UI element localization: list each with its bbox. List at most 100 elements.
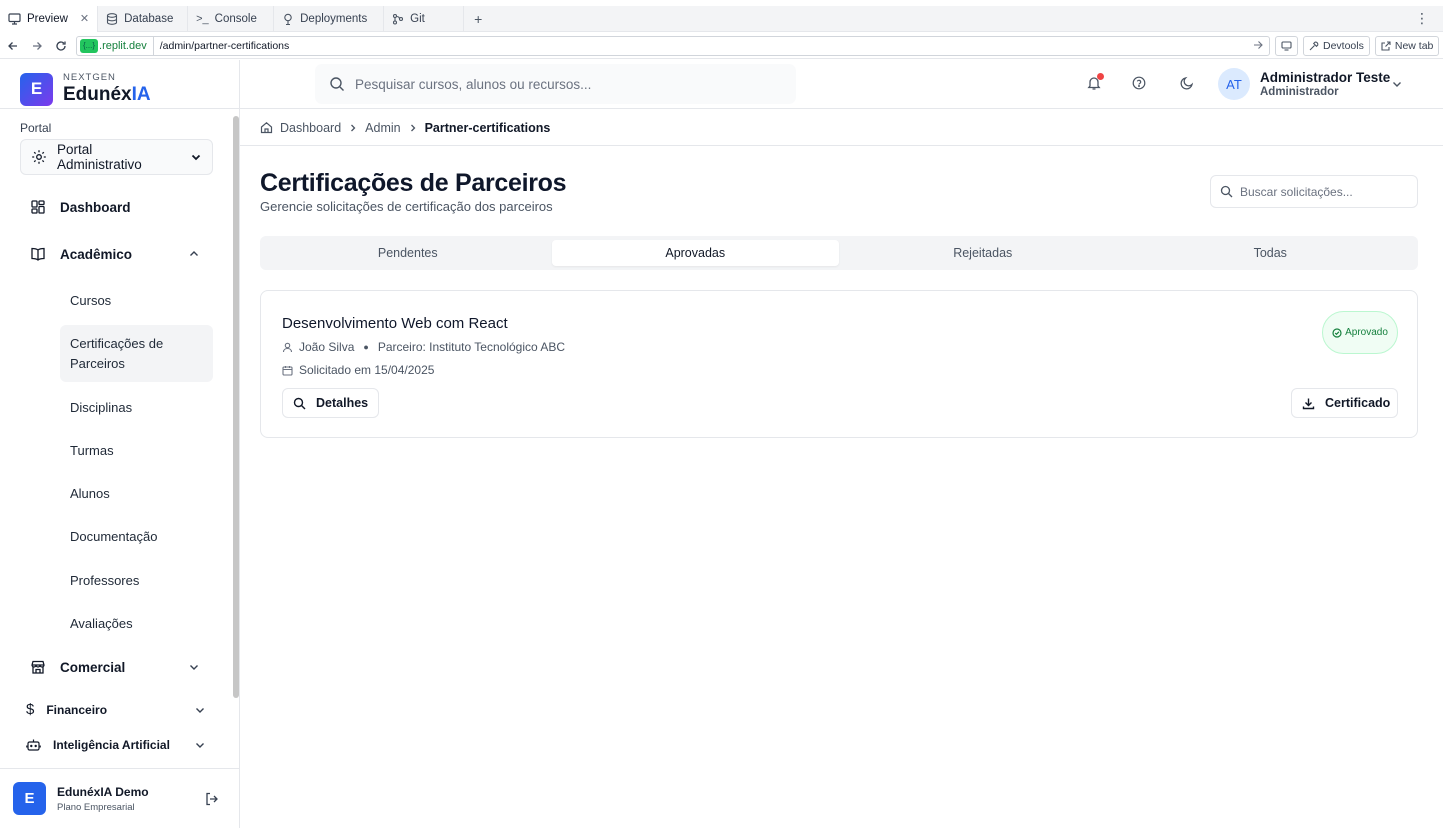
open-arrow-icon[interactable] [1253, 40, 1263, 50]
sidebar-divider [0, 108, 240, 109]
chevron-down-icon [194, 739, 206, 751]
breadcrumb: Dashboard Admin Partner-certifications [240, 110, 1443, 146]
new-tab-label: New tab [1394, 39, 1434, 52]
sidebar-item-label: Financeiro [46, 702, 108, 717]
reload-icon[interactable] [50, 35, 72, 57]
logout-icon[interactable] [204, 791, 220, 807]
account-avatar: E [13, 782, 46, 815]
database-icon [106, 12, 118, 25]
url-field[interactable]: {...} .replit.dev /admin/partner-certifi… [76, 35, 1270, 56]
chevron-down-icon [194, 704, 206, 716]
sidebar-subitem-disciplinas[interactable]: Disciplinas [60, 398, 213, 416]
browser-url-bar: {...} .replit.dev /admin/partner-certifi… [0, 33, 1443, 59]
brand-name: EdunéxIA [63, 84, 151, 106]
top-header: AT Administrador Teste Administrador [240, 60, 1443, 109]
forward-arrow-icon[interactable] [26, 35, 48, 57]
robot-icon [26, 738, 41, 752]
sidebar-subitem-turmas[interactable]: Turmas [60, 441, 213, 459]
chevron-down-icon[interactable] [1391, 78, 1403, 90]
back-arrow-icon[interactable] [2, 35, 24, 57]
user-icon [282, 342, 293, 353]
global-search-input[interactable] [355, 76, 775, 92]
terminal-icon: >_ [196, 12, 209, 25]
requests-search[interactable] [1210, 175, 1418, 208]
requests-search-input[interactable] [1240, 184, 1410, 199]
user-name[interactable]: Administrador Teste [1260, 70, 1390, 85]
sidebar-item-commercial[interactable]: Comercial [30, 659, 200, 675]
sidebar-subitem-cursos[interactable]: Cursos [60, 291, 213, 309]
sidebar-item-academic[interactable]: Acadêmico [30, 246, 200, 262]
sidebar-scrollbar[interactable] [233, 116, 239, 698]
browser-tab-console[interactable]: >_ Console [188, 5, 275, 32]
calendar-icon [282, 365, 293, 376]
request-student: João Silva [299, 340, 355, 354]
more-options-icon[interactable]: ⋮ [1415, 11, 1429, 25]
status-badge: Aprovado [1322, 311, 1398, 354]
external-link-icon [1381, 40, 1391, 51]
browser-tab-label: Git [410, 12, 425, 25]
account-name: EdunéxIA Demo [57, 784, 149, 799]
sidebar-subitem-avaliacoes[interactable]: Avaliações [60, 614, 213, 632]
moon-icon[interactable] [1179, 75, 1195, 91]
certificate-download-button[interactable]: Certificado [1291, 388, 1398, 418]
tab-pending[interactable]: Pendentes [264, 240, 552, 266]
certification-request-card: Desenvolvimento Web com React João Silva… [260, 290, 1418, 438]
sidebar-subitem-partner-certifications[interactable]: Certificações de Parceiros [60, 325, 213, 382]
sidebar-subitem-documentacao[interactable]: Documentação [60, 527, 213, 545]
brand-logo: E [20, 72, 53, 106]
close-icon[interactable]: ✕ [80, 12, 89, 25]
portal-select[interactable]: Portal Administrativo [20, 139, 213, 175]
book-icon [30, 246, 46, 262]
chevron-right-icon [348, 123, 358, 133]
git-icon [392, 13, 404, 25]
home-icon[interactable] [260, 121, 273, 134]
url-host: {...} .replit.dev [77, 36, 154, 55]
portal-label: Portal [20, 121, 52, 135]
check-circle-icon [1332, 327, 1342, 338]
search-icon [1220, 185, 1233, 198]
sidebar-footer: E EdunéxIA Demo Plano Empresarial [0, 768, 240, 828]
breadcrumb-dashboard[interactable]: Dashboard [280, 121, 341, 135]
devtools-button[interactable]: Devtools [1303, 35, 1370, 56]
page-subtitle: Gerencie solicitações de certificação do… [260, 199, 553, 214]
deploy-icon [282, 13, 294, 25]
global-search[interactable] [315, 64, 796, 104]
store-icon [30, 659, 46, 675]
screen-button[interactable] [1275, 35, 1298, 56]
browser-tab-label: Console [214, 12, 257, 25]
browser-tab-database[interactable]: Database [98, 5, 189, 32]
sidebar-item-financial[interactable]: $ Financeiro [26, 701, 206, 718]
browser-tab-label: Deployments [300, 12, 368, 25]
sidebar-item-ai[interactable]: Inteligência Artificial [26, 738, 206, 752]
help-icon[interactable] [1131, 75, 1147, 91]
new-tab-button[interactable]: New tab [1374, 35, 1440, 56]
breadcrumb-admin[interactable]: Admin [365, 121, 400, 135]
sidebar-subitem-alunos[interactable]: Alunos [60, 484, 213, 502]
tab-all[interactable]: Todas [1127, 240, 1415, 266]
sidebar-item-label: Dashboard [60, 199, 131, 215]
download-icon [1302, 397, 1315, 410]
browser-tab-preview[interactable]: Preview ✕ [0, 5, 99, 32]
browser-tab-git[interactable]: Git [384, 5, 465, 32]
brand-name-accent: IA [131, 84, 151, 105]
new-tab-plus-icon[interactable]: + [464, 11, 492, 27]
url-host-badge: {...} [80, 38, 99, 53]
sidebar-item-dashboard[interactable]: Dashboard [30, 199, 200, 215]
monitor-icon [1281, 40, 1292, 51]
status-tabs: Pendentes Aprovadas Rejeitadas Todas [260, 236, 1418, 270]
sidebar-item-label: Acadêmico [60, 246, 133, 262]
user-avatar[interactable]: AT [1218, 68, 1250, 100]
brand[interactable]: E NEXTGEN EdunéxIA [20, 72, 151, 106]
tab-approved[interactable]: Aprovadas [551, 240, 839, 266]
monitor-icon [8, 12, 21, 25]
status-badge-label: Aprovado [1345, 327, 1388, 338]
sidebar-item-label: Inteligência Artificial [53, 738, 170, 752]
separator-dot: ● [363, 342, 369, 352]
wrench-icon [1309, 41, 1319, 51]
sidebar-subitem-professores[interactable]: Professores [60, 571, 213, 589]
details-button[interactable]: Detalhes [282, 388, 380, 418]
chevron-up-icon [188, 248, 200, 260]
tab-rejected[interactable]: Rejeitadas [839, 240, 1127, 266]
browser-tab-label: Database [124, 12, 174, 25]
browser-tab-deployments[interactable]: Deployments [274, 5, 385, 32]
